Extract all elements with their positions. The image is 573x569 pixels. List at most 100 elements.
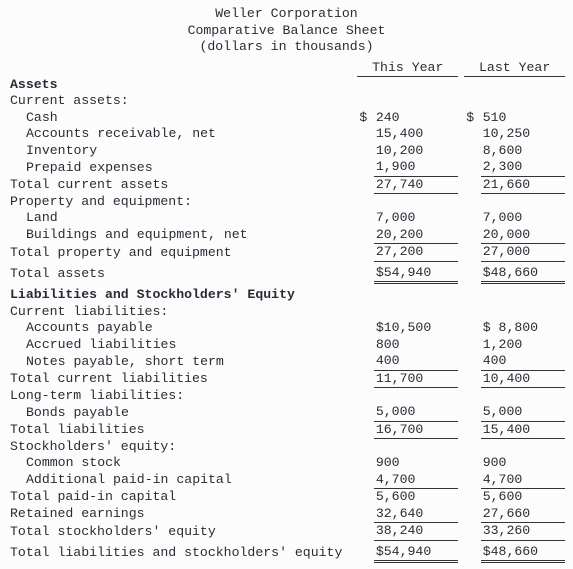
value-last-year: 33,260 [481,523,565,541]
label: Total liabilities and stockholders' equi… [8,544,357,562]
value-last-year: 510 [481,110,565,127]
value-this-year: 5,000 [374,404,458,421]
value-this-year: 11,700 [374,370,458,388]
value-this-year: 900 [374,455,458,472]
label: Inventory [8,143,357,160]
label: Land [8,210,357,227]
row-total-current-liab: Total current liabilities 11,700 10,400 [8,370,565,388]
doc-title: Comparative Balance Sheet [8,23,565,40]
value-last-year: 1,200 [481,337,565,354]
row-prepaid: Prepaid expenses 1,900 2,300 [8,159,565,176]
value-last-year: $ 8,800 [481,320,565,337]
column-header-row: This Year Last Year [8,60,565,77]
value-this-year: 240 [374,110,458,127]
value-this-year: $10,500 [374,320,458,337]
currency-symbol: $ [357,110,373,127]
row-total-ppe: Total property and equipment 27,200 27,0… [8,244,565,262]
value-this-year: 38,240 [374,523,458,541]
label: Common stock [8,455,357,472]
value-this-year: $54,940 [374,544,458,562]
label: Additional paid-in capital [8,472,357,489]
row-notes-payable: Notes payable, short term 400 400 [8,353,565,370]
value-last-year: 20,000 [481,227,565,244]
row-ap: Accounts payable $10,500 $ 8,800 [8,320,565,337]
label: Bonds payable [8,404,357,421]
label: Total assets [8,265,357,283]
title-block: Weller Corporation Comparative Balance S… [8,6,565,56]
label: Total property and equipment [8,244,357,262]
value-last-year: $48,660 [481,544,565,562]
value-last-year: 2,300 [481,159,565,176]
row-apic: Additional paid-in capital 4,700 4,700 [8,472,565,489]
label: Accounts receivable, net [8,126,357,143]
label: Total paid-in capital [8,489,357,506]
col-last-year: Last Year [464,60,565,77]
label: Accounts payable [8,320,357,337]
value-this-year: 4,700 [374,472,458,489]
value-last-year: 5,600 [481,489,565,506]
company-name: Weller Corporation [8,6,565,23]
label: Total current liabilities [8,370,357,388]
row-total-equity: Total stockholders' equity 38,240 33,260 [8,523,565,541]
value-last-year: 400 [481,353,565,370]
value-this-year: 400 [374,353,458,370]
label: Accrued liabilities [8,337,357,354]
value-last-year: 900 [481,455,565,472]
row-total-assets: Total assets $54,940 $48,660 [8,265,565,283]
label: Buildings and equipment, net [8,227,357,244]
value-this-year: 5,600 [374,489,458,506]
row-common-stock: Common stock 900 900 [8,455,565,472]
value-last-year: 4,700 [481,472,565,489]
value-this-year: 16,700 [374,421,458,439]
value-this-year: $54,940 [374,265,458,283]
label: Total current assets [8,176,357,194]
row-cash: Cash $ 240 $ 510 [8,110,565,127]
units: (dollars in thousands) [8,39,565,56]
row-ar: Accounts receivable, net 15,400 10,250 [8,126,565,143]
row-retained-earnings: Retained earnings 32,640 27,660 [8,506,565,523]
label: Prepaid expenses [8,159,357,176]
value-this-year: 800 [374,337,458,354]
value-this-year: 20,200 [374,227,458,244]
label: Notes payable, short term [8,353,357,370]
value-this-year: 27,200 [374,244,458,262]
value-last-year: $48,660 [481,265,565,283]
value-last-year: 15,400 [481,421,565,439]
value-last-year: 27,660 [481,506,565,523]
col-this-year: This Year [357,60,458,77]
label: Retained earnings [8,506,357,523]
value-last-year: 7,000 [481,210,565,227]
subsection-ppe: Property and equipment: [8,194,357,211]
row-total-liab-equity: Total liabilities and stockholders' equi… [8,544,565,562]
value-this-year: 32,640 [374,506,458,523]
balance-sheet-table: This Year Last Year Assets Current asset… [8,60,565,564]
row-total-current-assets: Total current assets 27,740 21,660 [8,176,565,194]
section-assets: Assets [8,77,357,94]
row-total-liab: Total liabilities 16,700 15,400 [8,421,565,439]
label: Total liabilities [8,421,357,439]
value-last-year: 27,000 [481,244,565,262]
row-accrued: Accrued liabilities 800 1,200 [8,337,565,354]
value-last-year: 5,000 [481,404,565,421]
value-this-year: 10,200 [374,143,458,160]
value-last-year: 21,660 [481,176,565,194]
value-last-year: 10,400 [481,370,565,388]
value-last-year: 8,600 [481,143,565,160]
row-buildings: Buildings and equipment, net 20,200 20,0… [8,227,565,244]
value-this-year: 15,400 [374,126,458,143]
row-bonds: Bonds payable 5,000 5,000 [8,404,565,421]
value-this-year: 27,740 [374,176,458,194]
row-total-pic: Total paid-in capital 5,600 5,600 [8,489,565,506]
subsection-current-assets: Current assets: [8,93,357,110]
value-this-year: 1,900 [374,159,458,176]
section-liab-equity: Liabilities and Stockholders' Equity [8,287,357,304]
subsection-equity: Stockholders' equity: [8,439,357,456]
label: Cash [8,110,357,127]
row-land: Land 7,000 7,000 [8,210,565,227]
value-this-year: 7,000 [374,210,458,227]
subsection-current-liab: Current liabilities: [8,304,357,321]
currency-symbol: $ [464,110,480,127]
row-inventory: Inventory 10,200 8,600 [8,143,565,160]
label: Total stockholders' equity [8,523,357,541]
value-last-year: 10,250 [481,126,565,143]
